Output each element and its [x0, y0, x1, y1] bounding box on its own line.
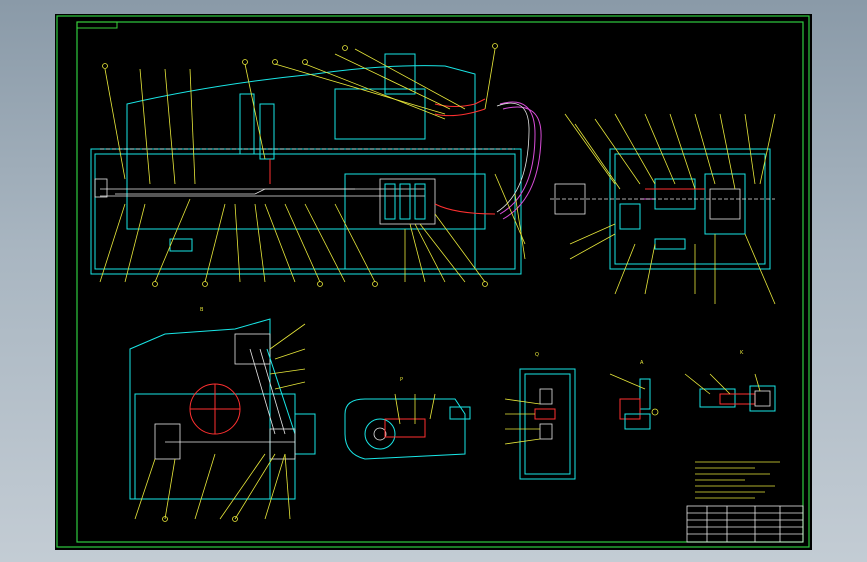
inner-border [76, 21, 804, 543]
detail-k-label: K [740, 350, 744, 356]
technical-notes [695, 461, 780, 499]
detail-b-label: B [200, 307, 204, 313]
callouts-top [102, 43, 498, 185]
valve-bank [379, 178, 436, 225]
detail-a-view: A [609, 360, 659, 430]
detail-k-view: K [684, 350, 776, 412]
detail-q-view: Q [504, 352, 576, 480]
detail-a-label: A [640, 360, 644, 366]
cad-drawing: B P Q A K [56, 15, 810, 548]
detail-b-view: B [129, 307, 316, 522]
title-block [686, 505, 804, 543]
detail-p-label: P [400, 377, 403, 383]
cad-viewport[interactable]: B P Q A K [55, 14, 812, 550]
outer-border [56, 15, 810, 548]
right-section-view [550, 113, 776, 305]
detail-q-label: Q [535, 352, 539, 358]
callouts-bottom [99, 173, 526, 287]
main-elevation-view [90, 43, 542, 287]
detail-p-view: P [344, 377, 471, 460]
header-tag [76, 21, 118, 29]
